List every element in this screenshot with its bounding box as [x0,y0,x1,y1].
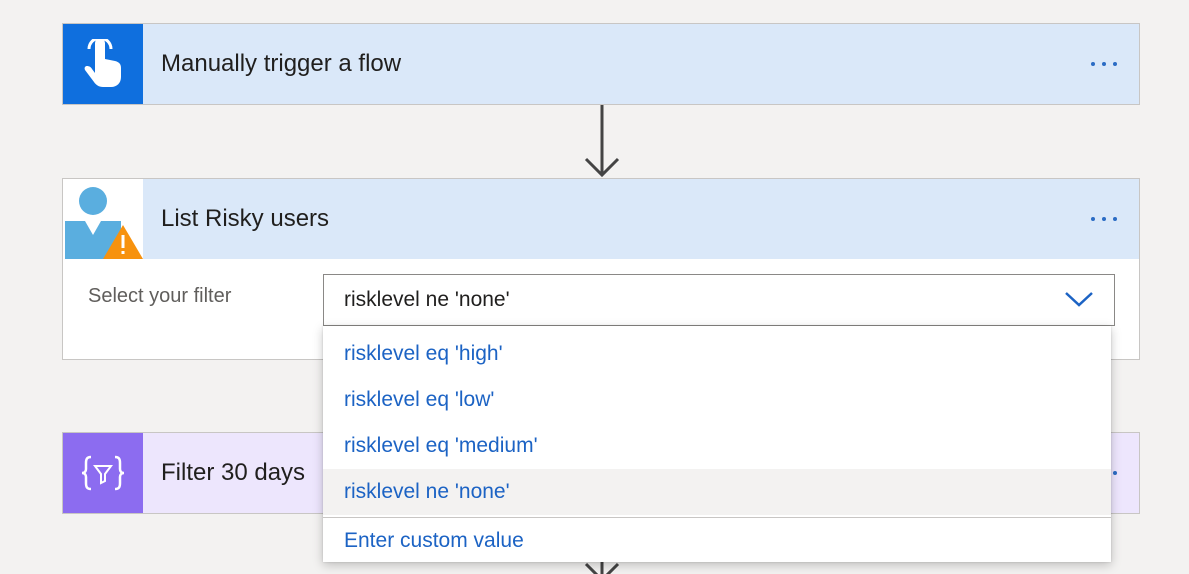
more-dot-icon [1102,217,1106,221]
more-dot-icon [1102,62,1106,66]
risky-user-icon-box [63,179,143,259]
dropdown-option-medium[interactable]: risklevel eq 'medium' [323,423,1111,469]
filter-select[interactable]: risklevel ne 'none' [323,274,1115,326]
trigger-title: Manually trigger a flow [161,50,402,77]
filter-dropdown-list: risklevel eq 'high' risklevel eq 'low' r… [323,326,1111,562]
hand-touch-icon [84,39,121,87]
dropdown-option-high[interactable]: risklevel eq 'high' [323,331,1111,377]
list-risky-users-header[interactable]: List Risky users [63,179,1139,259]
trigger-icon-box [63,24,143,104]
more-dot-icon [1091,62,1095,66]
list-risky-users-title: List Risky users [161,205,330,232]
trigger-card-header[interactable]: Manually trigger a flow [63,24,1139,104]
filter-label: Select your filter [88,285,232,307]
more-dot-icon [1113,217,1117,221]
filter-select-value: risklevel ne 'none' [344,288,510,311]
list-risky-more-menu[interactable] [1091,217,1117,221]
connector-arrow-1 [584,105,620,178]
filter-icon-box [63,433,143,513]
more-dot-icon [1091,217,1095,221]
filter-braces-icon [81,455,125,491]
risky-user-icon [65,187,143,259]
dropdown-option-low[interactable]: risklevel eq 'low' [323,377,1111,423]
more-dot-icon [1113,471,1117,475]
dropdown-option-none[interactable]: risklevel ne 'none' [323,469,1111,515]
chevron-down-icon[interactable] [1064,289,1094,309]
trigger-card[interactable]: Manually trigger a flow [62,23,1140,105]
trigger-more-menu[interactable] [1091,62,1117,66]
enter-custom-value[interactable]: Enter custom value [323,518,1111,564]
more-dot-icon [1113,62,1117,66]
filter-30-days-title: Filter 30 days [161,459,306,486]
